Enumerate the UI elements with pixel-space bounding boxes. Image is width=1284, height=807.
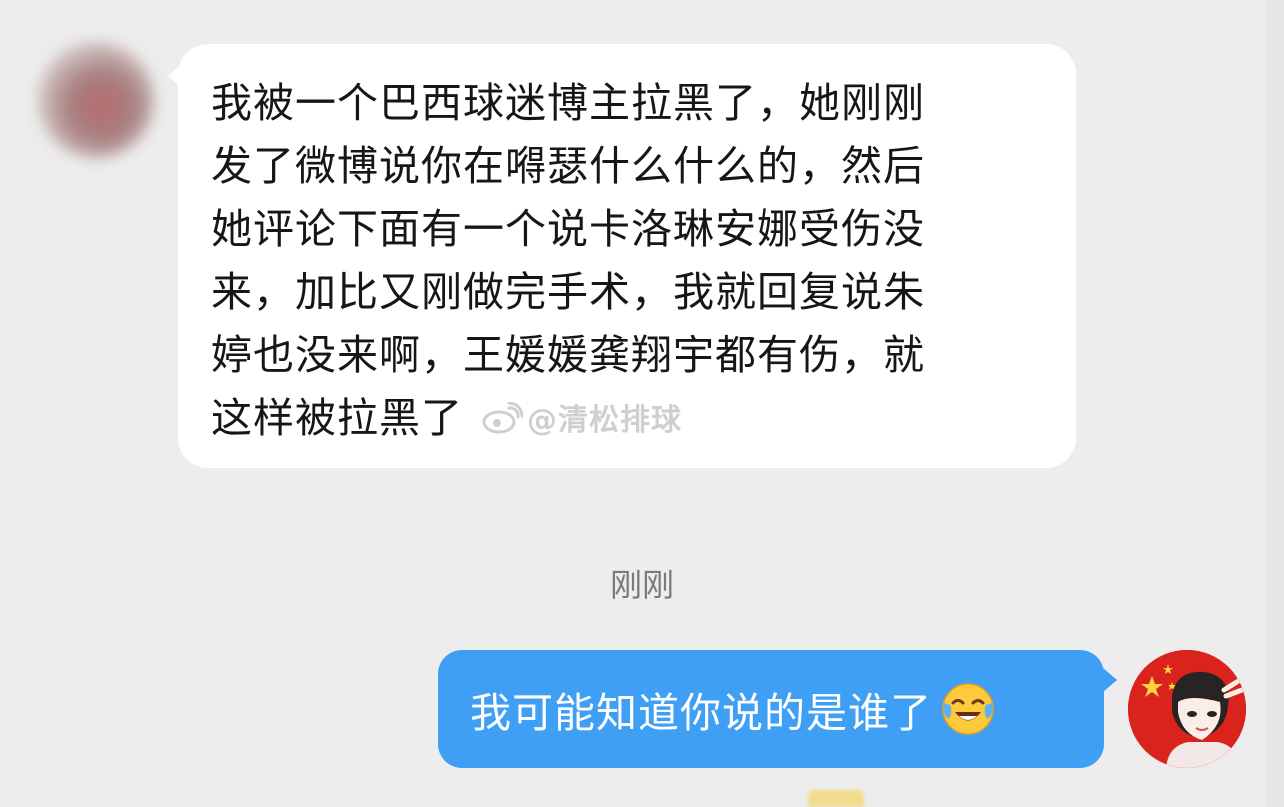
partial-sticker xyxy=(808,790,864,807)
message-line: 婷也没来啊，王媛媛龚翔宇都有伤，就 xyxy=(211,331,925,379)
message-line: 她评论下面有一个说卡洛琳安娜受伤没 xyxy=(211,205,925,253)
message-bubble-sent[interactable]: 我可能知道你说的是谁了 xyxy=(438,650,1117,768)
message-line: 发了微博说你在嘚瑟什么什么的，然后 xyxy=(211,142,925,190)
message-text-sent: 我可能知道你说的是谁了 xyxy=(470,689,932,737)
watermark: @清松排球 xyxy=(481,389,682,452)
message-line: 我被一个巴西球迷博主拉黑了，她刚刚 xyxy=(211,79,925,127)
weibo-logo-icon xyxy=(481,393,524,434)
watermark-text: @清松排球 xyxy=(527,403,682,438)
avatar-other-user[interactable] xyxy=(38,42,154,158)
face-with-tears-of-joy-icon xyxy=(940,681,996,737)
message-line: 这样被拉黑了 xyxy=(211,394,463,442)
message-text-received: 我被一个巴西球迷博主拉黑了，她刚刚 发了微博说你在嘚瑟什么什么的，然后 她评论下… xyxy=(211,72,1044,452)
scrollbar[interactable] xyxy=(1266,0,1284,807)
message-line-last: 这样被拉黑了 @清松排球 xyxy=(211,387,1044,452)
avatar-me[interactable] xyxy=(1128,650,1246,768)
message-line: 来，加比又刚做完手术，我就回复说朱 xyxy=(211,268,925,316)
message-bubble-received[interactable]: 我被一个巴西球迷博主拉黑了，她刚刚 发了微博说你在嘚瑟什么什么的，然后 她评论下… xyxy=(168,44,1076,468)
message-timestamp: 刚刚 xyxy=(609,566,674,604)
